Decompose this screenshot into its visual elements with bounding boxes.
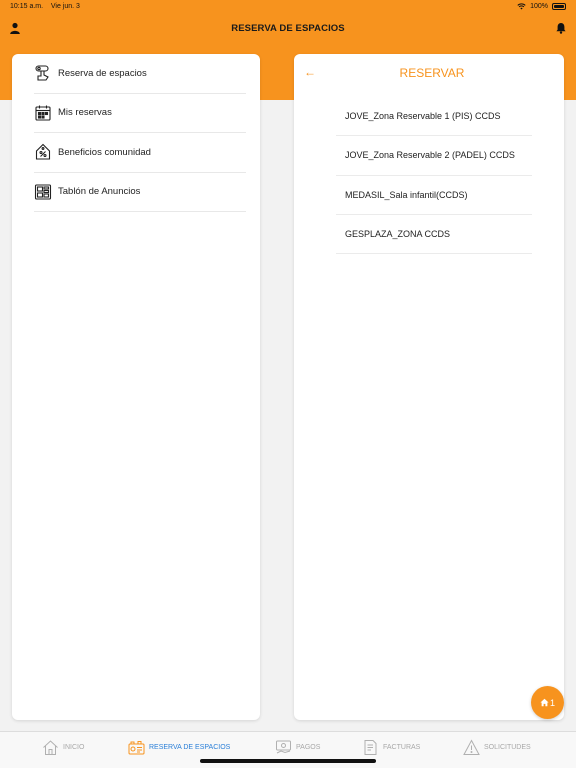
tab-solicitudes[interactable]: SOLICITUDES <box>463 738 531 756</box>
bell-icon[interactable] <box>555 22 567 34</box>
menu-list: Reserva de espacios Mis reservas Benefic… <box>12 54 260 212</box>
menu-item-label: Reserva de espacios <box>58 67 147 79</box>
tab-label: SOLICITUDES <box>484 743 531 751</box>
reservar-header: ← RESERVAR <box>294 54 564 91</box>
menu-item-reserva-de-espacios[interactable]: Reserva de espacios <box>34 54 246 94</box>
calendar-icon <box>35 105 51 121</box>
menu-item-mis-reservas[interactable]: Mis reservas <box>34 94 246 133</box>
tab-facturas[interactable]: FACTURAS <box>362 738 420 756</box>
space-item-medasil-sala-infantil[interactable]: MEDASIL_Sala infantil(CCDS) <box>336 176 532 215</box>
menu-panel: Reserva de espacios Mis reservas Benefic… <box>12 54 260 720</box>
user-icon[interactable] <box>9 22 21 34</box>
space-item-jove-zona-2[interactable]: JOVE_Zona Reservable 2 (PADEL) CCDS <box>336 136 532 176</box>
menu-item-label: Tablón de Anuncios <box>58 186 141 198</box>
status-time-date: 10:15 a.m. Vie jun. 3 <box>10 3 80 10</box>
battery-icon <box>552 3 566 10</box>
reservar-title: RESERVAR <box>399 66 465 80</box>
space-list: JOVE_Zona Reservable 1 (PIS) CCDS JOVE_Z… <box>336 97 532 255</box>
payment-icon <box>276 740 291 753</box>
tab-label: INICIO <box>63 743 85 751</box>
reservar-panel: ← RESERVAR JOVE_Zona Reservable 1 (PIS) … <box>294 54 564 720</box>
warning-icon <box>463 738 480 755</box>
home-indicator <box>200 759 376 763</box>
hand-key-icon <box>35 65 49 81</box>
battery-percent: 100% <box>530 3 548 10</box>
status-date: Vie jun. 3 <box>50 3 80 10</box>
navbar: RESERVA DE ESPACIOS <box>0 14 576 42</box>
menu-item-tablon-de-anuncios[interactable]: Tablón de Anuncios <box>34 173 246 212</box>
house-icon <box>43 739 58 755</box>
tab-pagos[interactable]: PAGOS <box>275 738 320 756</box>
invoice-icon <box>364 739 377 755</box>
community-fab-button[interactable]: 1 <box>531 686 564 719</box>
tab-reserva-de-espacios[interactable]: RESERVA DE ESPACIOS <box>128 738 230 756</box>
tab-label: RESERVA DE ESPACIOS <box>149 743 231 751</box>
bulletin-board-icon <box>34 184 52 200</box>
status-bar: 10:15 a.m. Vie jun. 3 100% <box>0 0 576 14</box>
tab-label: PAGOS <box>296 743 321 751</box>
reservation-icon <box>128 740 145 754</box>
menu-item-beneficios-comunidad[interactable]: Beneficios comunidad <box>34 133 246 173</box>
status-right: 100% <box>517 3 566 10</box>
menu-item-label: Mis reservas <box>58 107 112 119</box>
discount-tag-icon <box>35 143 51 160</box>
space-item-jove-zona-1[interactable]: JOVE_Zona Reservable 1 (PIS) CCDS <box>336 97 532 137</box>
tab-label: FACTURAS <box>383 743 421 751</box>
page-title: RESERVA DE ESPACIOS <box>231 22 345 34</box>
fab-count: 1 <box>549 697 555 708</box>
home-icon <box>540 698 549 707</box>
wifi-icon <box>517 3 526 10</box>
tab-inicio[interactable]: INICIO <box>42 738 84 756</box>
space-item-gesplaza-zona[interactable]: GESPLAZA_ZONA CCDS <box>336 215 532 255</box>
status-time: 10:15 a.m. <box>10 3 44 10</box>
menu-item-label: Beneficios comunidad <box>58 146 151 158</box>
